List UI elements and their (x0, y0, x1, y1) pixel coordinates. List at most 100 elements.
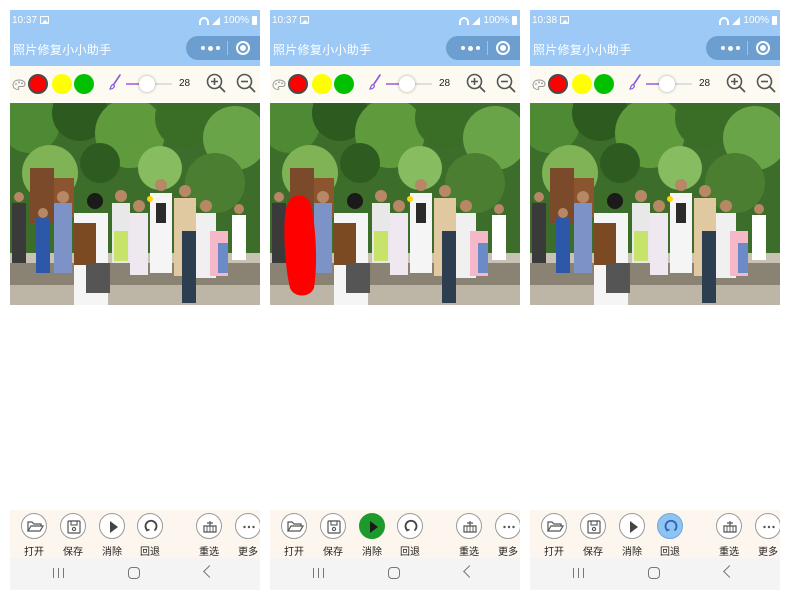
undo-button[interactable] (397, 513, 423, 539)
erase-label: 消除 (622, 547, 642, 558)
reselect-button[interactable] (716, 513, 742, 539)
undo-label: 回退 (140, 547, 160, 558)
erase-label: 消除 (102, 547, 122, 558)
more-label: 更多 (498, 547, 518, 558)
brush-size-value: 28 (699, 78, 711, 89)
brush-size-value: 28 (439, 78, 451, 89)
mini-program-capsule (186, 36, 260, 60)
status-bar: 10:37 100% (270, 10, 520, 32)
erase-button[interactable] (99, 513, 125, 539)
phone-screen-1: 10:37 100% 照片修复小小助手 28 打开 保存 消除 回退 重选 更多 (10, 10, 260, 590)
eraser-mask (284, 195, 317, 296)
brush-icon (369, 74, 381, 90)
open-button[interactable] (281, 513, 307, 539)
phone-screen-2: 10:37 100% 照片修复小小助手 28 打开 保存 消除 回退 重选 更多 (270, 10, 520, 590)
home-icon[interactable] (648, 567, 660, 579)
recent-apps-icon[interactable] (313, 568, 324, 578)
status-time: 10:38 (532, 15, 558, 26)
target-icon[interactable] (496, 41, 510, 55)
palette-icon (12, 79, 26, 91)
photo-canvas[interactable] (10, 103, 260, 305)
status-right: 100% (719, 15, 777, 26)
photo-canvas[interactable] (530, 103, 780, 305)
more-dots-icon[interactable] (196, 40, 224, 56)
reselect-label: 重选 (719, 547, 739, 558)
brush-size-slider[interactable] (139, 76, 155, 92)
status-bar: 10:37 100% (10, 10, 260, 32)
zoom-out-icon[interactable] (496, 73, 516, 93)
more-button[interactable] (495, 513, 520, 539)
color-swatch-yellow[interactable] (52, 74, 72, 94)
color-swatch-yellow[interactable] (572, 74, 592, 94)
open-label: 打开 (544, 547, 564, 558)
more-label: 更多 (758, 547, 778, 558)
zoom-out-icon[interactable] (236, 73, 256, 93)
wifi-icon (199, 16, 210, 25)
brush-size-value: 28 (179, 78, 191, 89)
save-label: 保存 (63, 547, 83, 558)
status-right: 100% (459, 15, 517, 26)
home-icon[interactable] (388, 567, 400, 579)
signal-icon (732, 16, 741, 25)
color-swatch-red[interactable] (548, 74, 568, 94)
reselect-icon (203, 521, 217, 533)
more-dots-icon[interactable] (456, 40, 484, 56)
ellipsis-icon (503, 525, 515, 529)
save-disk-icon (587, 520, 601, 534)
status-time: 10:37 (12, 15, 38, 26)
color-swatch-yellow[interactable] (312, 74, 332, 94)
zoom-in-icon[interactable] (206, 73, 226, 93)
battery-percent: 100% (223, 15, 249, 26)
brush-size-slider[interactable] (659, 76, 675, 92)
recent-apps-icon[interactable] (573, 568, 584, 578)
open-button[interactable] (541, 513, 567, 539)
color-swatch-green[interactable] (74, 74, 94, 94)
undo-arrow-icon (144, 519, 158, 532)
capsule-divider (227, 41, 228, 55)
phone-screen-3: 10:38 100% 照片修复小小助手 28 打开 保存 消除 回退 重选 更多 (530, 10, 780, 590)
zoom-out-icon[interactable] (756, 73, 776, 93)
more-button[interactable] (755, 513, 780, 539)
battery-icon (772, 16, 777, 25)
mini-program-capsule (706, 36, 780, 60)
mini-program-capsule (446, 36, 520, 60)
save-disk-icon (327, 520, 341, 534)
save-button[interactable] (320, 513, 346, 539)
open-label: 打开 (284, 547, 304, 558)
brush-size-slider[interactable] (399, 76, 415, 92)
erase-button[interactable] (359, 513, 385, 539)
reselect-button[interactable] (196, 513, 222, 539)
app-title: 照片修复小小助手 (273, 43, 372, 57)
battery-percent: 100% (483, 15, 509, 26)
color-swatch-green[interactable] (594, 74, 614, 94)
reselect-button[interactable] (456, 513, 482, 539)
open-button[interactable] (21, 513, 47, 539)
group-photo (530, 103, 780, 305)
zoom-in-icon[interactable] (466, 73, 486, 93)
color-swatch-red[interactable] (28, 74, 48, 94)
more-button[interactable] (235, 513, 260, 539)
zoom-in-icon[interactable] (726, 73, 746, 93)
target-icon[interactable] (756, 41, 770, 55)
group-photo (270, 103, 520, 305)
more-label: 更多 (238, 547, 258, 558)
ellipsis-icon (763, 525, 775, 529)
group-photo (10, 103, 260, 305)
photo-canvas[interactable] (270, 103, 520, 305)
undo-button[interactable] (657, 513, 683, 539)
brush-icon (109, 74, 121, 90)
color-swatch-red[interactable] (288, 74, 308, 94)
photo-icon (560, 16, 569, 24)
save-button[interactable] (580, 513, 606, 539)
undo-button[interactable] (137, 513, 163, 539)
color-swatch-green[interactable] (334, 74, 354, 94)
target-icon[interactable] (236, 41, 250, 55)
home-icon[interactable] (128, 567, 140, 579)
signal-icon (212, 16, 221, 25)
recent-apps-icon[interactable] (53, 568, 64, 578)
more-dots-icon[interactable] (716, 40, 744, 56)
save-button[interactable] (60, 513, 86, 539)
play-triangle-icon (110, 521, 118, 533)
erase-button[interactable] (619, 513, 645, 539)
app-title: 照片修复小小助手 (533, 43, 632, 57)
